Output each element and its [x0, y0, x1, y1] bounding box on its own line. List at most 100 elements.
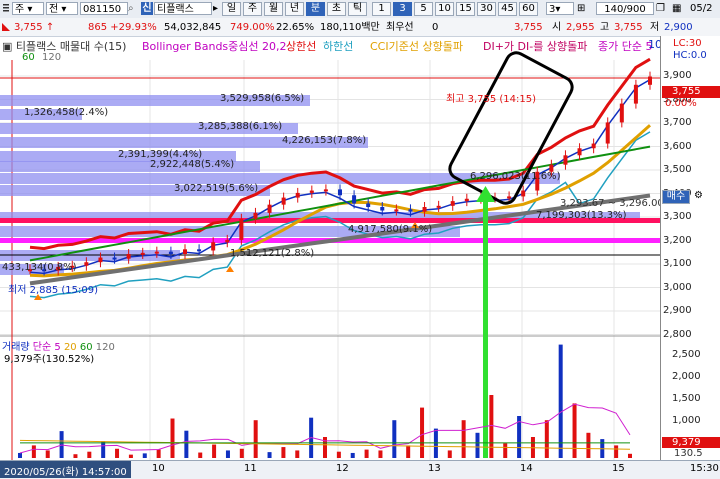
interval-button-15[interactable]: 15	[456, 2, 475, 16]
volume-bar	[87, 451, 92, 458]
time-axis[interactable]: 2020/05/26(화) 14:57:00 10 11 12 13 14 15 15:3…	[0, 460, 720, 479]
market-select[interactable]: 전 ▾	[46, 2, 78, 15]
volume-bar	[142, 453, 147, 458]
candle-body	[140, 252, 145, 255]
period-button-4[interactable]: 분	[306, 2, 325, 16]
change-value: 865	[88, 22, 108, 33]
interval-button-5[interactable]: 5	[414, 2, 433, 16]
search-icon[interactable]: ⌕	[128, 2, 140, 15]
candle-body	[507, 196, 512, 199]
volume-bar	[586, 432, 591, 458]
volume-bar	[101, 441, 106, 458]
price-tick: 3,600	[663, 140, 692, 152]
current-price-tag: 3,755	[662, 86, 720, 98]
profile-label: 7,199,303(13.3%)	[536, 210, 627, 221]
price-up-marker	[2, 21, 10, 34]
menu-icon[interactable]	[2, 2, 10, 15]
best-ask-label: 최우선	[386, 22, 414, 33]
current-price-value: 3,755	[14, 22, 43, 33]
candle-body	[211, 242, 216, 251]
candle-body	[239, 218, 244, 240]
profile-label: 3,285,388(6.1%)	[198, 121, 283, 132]
hc-label: HC:0.0	[673, 50, 707, 61]
current-volume-tag: 9,379	[662, 437, 720, 448]
high-annotation: 최고 3,755 (14:15)	[446, 94, 537, 105]
candle-body	[366, 203, 371, 207]
candle-body	[436, 205, 441, 208]
calendar-icon[interactable]: ▦	[672, 2, 684, 15]
candle-body	[408, 209, 413, 212]
volume-tick: 2,000	[672, 371, 701, 382]
candle-body	[98, 257, 103, 263]
profile-label: 6,296,023(11.6%)	[470, 171, 561, 182]
volume-current-label: 9,379주(130.52%)	[4, 354, 95, 365]
open-value: 2,955	[566, 22, 595, 33]
candle-body	[338, 189, 342, 196]
time-label: 11	[244, 463, 257, 474]
volume-bar	[281, 447, 286, 458]
candle-body	[563, 155, 568, 165]
interval-button-10[interactable]: 10	[435, 2, 454, 16]
interval-button-1[interactable]: 1	[372, 2, 391, 16]
volume-bar	[198, 452, 203, 458]
price-tick: 3,900	[663, 70, 692, 81]
buy-button[interactable]: 매수	[662, 190, 690, 204]
candle-body	[577, 148, 582, 156]
period-buttons: 일주월년분초틱	[222, 2, 370, 16]
volume-tick: 1,000	[672, 415, 701, 426]
price-tick: 3,000	[663, 281, 692, 293]
turnover-rate: 22.65%	[276, 22, 315, 33]
volume-bar	[31, 445, 36, 458]
interval-button-30[interactable]: 30	[477, 2, 496, 16]
period-button-1[interactable]: 주	[243, 2, 262, 16]
profile-label: 433,134(0.8%)	[2, 262, 77, 273]
copy-icon[interactable]: ❐	[656, 2, 668, 15]
legend-lower: 하한선	[323, 40, 354, 53]
interval-button-45[interactable]: 45	[498, 2, 517, 16]
volume-bar	[18, 452, 22, 458]
interval-button-3[interactable]: 3	[393, 2, 412, 16]
volume-bar	[475, 432, 480, 458]
price-change: 865 +29.93%	[88, 21, 157, 34]
volume-bar	[364, 449, 369, 458]
interval-input[interactable]: 3▾	[546, 2, 574, 15]
price-tick: 2,800	[663, 328, 692, 340]
bar-icon[interactable]: ⊞	[577, 2, 587, 15]
axis-settings-icon[interactable]: ⚙	[694, 190, 718, 204]
stock-name: 티플랙스	[154, 2, 212, 15]
legend-ma60: 60	[22, 52, 35, 63]
date-field[interactable]: 05/2	[690, 2, 718, 15]
period-button-5[interactable]: 초	[327, 2, 346, 16]
volume-bar	[392, 420, 397, 458]
candle-body	[352, 195, 357, 204]
chart-canvas[interactable]	[0, 36, 660, 460]
volume-value: 54,032,845	[164, 22, 222, 33]
volume-bar	[170, 418, 175, 458]
volume-bar	[558, 344, 563, 458]
volume-bar	[628, 453, 632, 458]
type-select[interactable]: 주 ▾	[12, 2, 44, 15]
period-button-2[interactable]: 월	[264, 2, 283, 16]
high-label: 고	[600, 22, 610, 33]
code-input[interactable]: 081150	[80, 2, 128, 15]
period-button-6[interactable]: 틱	[348, 2, 367, 16]
volume-bar	[544, 420, 549, 458]
low-annotation: 최저 2,885 (15:09)	[8, 285, 99, 296]
volume-bar	[378, 450, 383, 458]
count-field[interactable]: 140/900	[596, 2, 654, 15]
volume-bar	[156, 449, 161, 458]
time-label: 14	[520, 463, 533, 474]
time-label: 15	[612, 463, 625, 474]
trade-amount: 180,110백만	[320, 22, 380, 33]
interval-button-60[interactable]: 60	[519, 2, 538, 16]
period-button-3[interactable]: 년	[285, 2, 304, 16]
volume-ma120: 120	[95, 342, 115, 353]
volume-bar	[447, 450, 452, 458]
chart-toolbar: 주 ▾ 전 ▾ 081150 ⌕ 신 티플랙스 ▸ 일주월년분초틱 1 3 5 10 1…	[0, 0, 720, 19]
period-button-0[interactable]: 일	[222, 2, 241, 16]
candle-body	[521, 190, 526, 197]
best-ask-value: 0	[432, 22, 439, 33]
green-arrow-shaft	[483, 200, 488, 458]
candle-body	[112, 257, 117, 260]
legend-ma120: 120	[42, 52, 62, 63]
